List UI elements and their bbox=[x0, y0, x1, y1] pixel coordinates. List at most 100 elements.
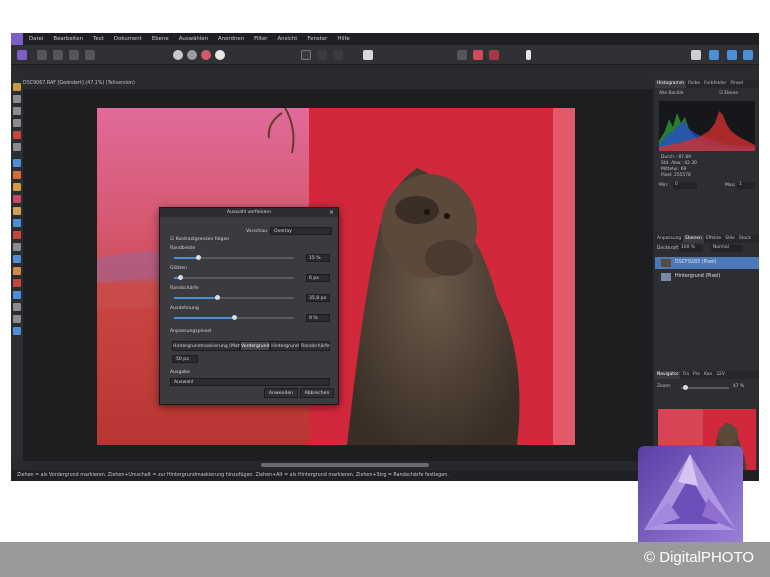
document-tab[interactable]: DSC9067.RAF [Geändert] (47.1%) (Teilvers… bbox=[23, 79, 135, 88]
opacity-field[interactable]: 100 % bbox=[679, 245, 703, 252]
paint-brush-tool-icon[interactable] bbox=[13, 183, 21, 191]
preview-select[interactable]: Overlay bbox=[270, 227, 332, 235]
close-icon[interactable]: × bbox=[329, 208, 334, 217]
color-wheel-icon[interactable] bbox=[173, 50, 183, 60]
color-picker-tool-icon[interactable] bbox=[13, 107, 21, 115]
min-field[interactable]: 0 bbox=[673, 182, 697, 189]
white-balance-icon[interactable] bbox=[215, 50, 225, 60]
assistant-icon[interactable] bbox=[691, 50, 701, 60]
tab-stile[interactable]: Stile bbox=[723, 235, 737, 243]
tab-farbfelder[interactable]: Farbfelder bbox=[702, 80, 728, 88]
selection-mode-icon[interactable] bbox=[301, 50, 311, 60]
flood-fill-tool-icon[interactable] bbox=[13, 159, 21, 167]
menu-ebene[interactable]: Ebene bbox=[152, 36, 169, 42]
menu-ansicht[interactable]: Ansicht bbox=[277, 36, 297, 42]
snapping-icon[interactable] bbox=[709, 50, 719, 60]
glaetten-value[interactable]: 6 px bbox=[306, 274, 330, 282]
output-select[interactable]: Auswahl bbox=[170, 378, 330, 386]
segment-matte[interactable]: Hintergrundmaskierung (Matte) bbox=[172, 341, 246, 351]
tab-transform[interactable]: Tra bbox=[680, 371, 691, 379]
tab-stock[interactable]: Stock bbox=[737, 235, 753, 243]
liquify-persona-icon[interactable] bbox=[37, 50, 47, 60]
randschaerfe-slider[interactable] bbox=[174, 295, 294, 300]
apply-button[interactable]: Anwenden bbox=[264, 388, 298, 398]
max-field[interactable]: 1 bbox=[737, 182, 755, 189]
view-mode-icon[interactable] bbox=[743, 50, 753, 60]
refine-mode-icon[interactable] bbox=[473, 50, 483, 60]
menu-filter[interactable]: Filter bbox=[254, 36, 267, 42]
brush-options-icon[interactable] bbox=[489, 50, 499, 60]
arrange-icon[interactable] bbox=[727, 50, 737, 60]
export-persona-icon[interactable] bbox=[85, 50, 95, 60]
color-balance-icon[interactable] bbox=[201, 50, 211, 60]
brush-size-field[interactable]: 50 px bbox=[172, 355, 198, 363]
tab-32v[interactable]: 32V bbox=[714, 371, 727, 379]
quick-mask-icon[interactable] bbox=[363, 50, 373, 60]
move-tool-icon[interactable] bbox=[13, 95, 21, 103]
layer-checkbox[interactable]: ☑ Ebene bbox=[719, 91, 738, 96]
menu-bearbeiten[interactable]: Bearbeiten bbox=[53, 36, 83, 42]
menu-anordnen[interactable]: Anordnen bbox=[218, 36, 244, 42]
menu-datei[interactable]: Datei bbox=[29, 36, 43, 42]
text-tool-icon[interactable] bbox=[13, 303, 21, 311]
erase-brush-tool-icon[interactable] bbox=[13, 195, 21, 203]
pen-tool-icon[interactable] bbox=[13, 279, 21, 287]
segment-hintergrund[interactable]: Hintergrund bbox=[270, 341, 300, 351]
zoom-slider[interactable] bbox=[681, 385, 729, 390]
mask-mode-icon[interactable] bbox=[457, 50, 467, 60]
ausdehnung-slider[interactable] bbox=[174, 315, 294, 320]
crop-tool-icon[interactable] bbox=[13, 119, 21, 127]
gradient-tool-icon[interactable] bbox=[13, 171, 21, 179]
tab-pinsel[interactable]: Pinsel bbox=[728, 80, 745, 88]
dodge-tool-icon[interactable] bbox=[13, 207, 21, 215]
tab-protocol[interactable]: Pro bbox=[691, 371, 702, 379]
red-eye-tool-icon[interactable] bbox=[13, 243, 21, 251]
blend-mode-select[interactable]: Normal bbox=[711, 245, 743, 252]
tab-farbe[interactable]: Farbe bbox=[686, 80, 702, 88]
randbreite-value[interactable]: 15 % bbox=[306, 254, 330, 262]
healing-tool-icon[interactable] bbox=[13, 231, 21, 239]
invert-selection-icon[interactable] bbox=[333, 50, 343, 60]
ausdehnung-value[interactable]: 9 % bbox=[306, 314, 330, 322]
contrast-checkbox[interactable]: ☑ Kontrastgrenzen folgen bbox=[170, 237, 229, 242]
smudge-tool-icon[interactable] bbox=[13, 267, 21, 275]
tab-navigator[interactable]: Navigator bbox=[655, 371, 681, 379]
randbreite-slider[interactable] bbox=[174, 255, 294, 260]
menu-hilfe[interactable]: Hilfe bbox=[337, 36, 349, 42]
zoom-tool-icon[interactable] bbox=[13, 327, 21, 335]
selection-brush-tool-icon[interactable] bbox=[13, 131, 21, 139]
glaetten-slider[interactable] bbox=[174, 275, 294, 280]
photo-persona-icon[interactable] bbox=[17, 50, 27, 60]
shape-tool-icon[interactable] bbox=[13, 291, 21, 299]
layer-row-hintergrund[interactable]: Hintergrund (Pixel) bbox=[655, 271, 759, 283]
blur-tool-icon[interactable] bbox=[13, 255, 21, 263]
randschaerfe-value[interactable]: 35,8 px bbox=[306, 294, 330, 302]
deselect-icon[interactable] bbox=[317, 50, 327, 60]
menu-text[interactable]: Text bbox=[93, 36, 104, 42]
menu-fenster[interactable]: Fenster bbox=[307, 36, 327, 42]
dialog-titlebar[interactable]: Auswahl verfeinern × bbox=[160, 208, 338, 217]
scrollbar-thumb[interactable] bbox=[261, 463, 429, 467]
slider-knob[interactable] bbox=[215, 295, 220, 300]
tab-anpassung[interactable]: Anpassung bbox=[655, 235, 683, 243]
layer-row-dscf9283[interactable]: DSCF9283 (Pixel) bbox=[655, 257, 759, 269]
zoom-value[interactable]: 47 % bbox=[733, 384, 744, 389]
segment-randschaerfe[interactable]: Randschärfe bbox=[300, 341, 330, 351]
slider-knob[interactable] bbox=[683, 385, 688, 390]
marquee-tool-icon[interactable] bbox=[13, 143, 21, 151]
menu-auswaehlen[interactable]: Auswählen bbox=[179, 36, 208, 42]
segment-vordergrund[interactable]: Vordergrund bbox=[240, 341, 270, 351]
slider-knob[interactable] bbox=[196, 255, 201, 260]
channel-select[interactable]: Alle Kanäle bbox=[659, 91, 683, 96]
horizontal-scrollbar[interactable] bbox=[31, 461, 651, 469]
tab-ebenen[interactable]: Ebenen bbox=[683, 235, 704, 243]
clone-tool-icon[interactable] bbox=[13, 219, 21, 227]
tab-effekte[interactable]: Effekte bbox=[704, 235, 723, 243]
develop-persona-icon[interactable] bbox=[53, 50, 63, 60]
menu-dokument[interactable]: Dokument bbox=[114, 36, 142, 42]
slider-knob[interactable] bbox=[232, 315, 237, 320]
view-tool-icon[interactable] bbox=[13, 83, 21, 91]
tone-mapping-persona-icon[interactable] bbox=[69, 50, 79, 60]
levels-icon[interactable] bbox=[187, 50, 197, 60]
hand-tool-icon[interactable] bbox=[13, 315, 21, 323]
